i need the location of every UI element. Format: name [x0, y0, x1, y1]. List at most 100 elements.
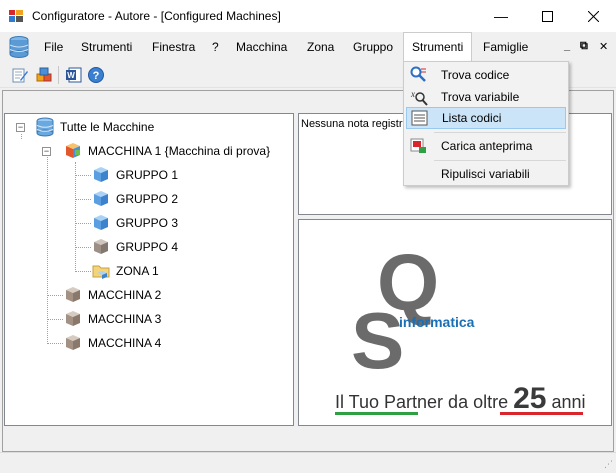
menu-item-carica-anteprima[interactable]: Carica anteprima	[406, 135, 566, 157]
group-gray-icon	[94, 239, 108, 254]
tree-node-macchina-4[interactable]: MACCHINA 4	[63, 333, 161, 353]
title-bar: Configuratore - Autore - [Configured Mac…	[0, 0, 616, 32]
toolbar-separator	[58, 66, 59, 84]
tree-node-gruppo-4[interactable]: GRUPPO 4	[91, 237, 178, 257]
find-code-icon	[410, 66, 426, 82]
tree-line	[47, 343, 63, 344]
tree-node-label: ZONA 1	[116, 264, 159, 278]
tree-root[interactable]: Tutte le Macchine	[35, 117, 154, 137]
tree-node-gruppo-2[interactable]: GRUPPO 2	[91, 189, 178, 209]
tagline-prefix: Il Tuo Partner da oltre	[335, 392, 509, 412]
close-icon	[587, 10, 599, 22]
tree-node-macchina-3[interactable]: MACCHINA 3	[63, 309, 161, 329]
tree-line	[75, 162, 76, 272]
tree-collapse-toggle[interactable]: −	[42, 147, 51, 156]
menu-file[interactable]: File	[36, 32, 71, 62]
menu-item-label: Ripulisci variabili	[441, 167, 530, 181]
maximize-icon	[541, 10, 553, 22]
menu-zona[interactable]: Zona	[299, 32, 342, 62]
help-icon[interactable]: ?	[87, 66, 105, 84]
tree-node-label: GRUPPO 2	[116, 192, 179, 206]
menu-strumenti[interactable]: Strumenti	[73, 32, 140, 62]
tree-line	[21, 134, 22, 139]
tagline: Il Tuo Partner da oltre 25 anni	[335, 382, 586, 416]
svg-text:?: ?	[93, 70, 100, 82]
window-title: Configuratore - Autore - [Configured Mac…	[32, 9, 281, 23]
edit-icon[interactable]	[11, 66, 29, 84]
menu-item-trova-variabile[interactable]: x Trova variabile	[406, 86, 566, 108]
machine-gray-icon	[66, 287, 80, 302]
menu-macchina[interactable]: Macchina	[228, 32, 295, 62]
menu-item-label: Lista codici	[442, 111, 502, 125]
close-button[interactable]	[570, 0, 616, 32]
company-logo-panel: Q S informatica Il Tuo Partner da oltre …	[298, 219, 612, 426]
tree-line	[75, 271, 91, 272]
logo-letter-s: S	[351, 296, 404, 385]
word-icon[interactable]: W	[65, 66, 83, 84]
menu-strumenti-active[interactable]: Strumenti	[403, 32, 473, 62]
svg-text:x: x	[410, 89, 415, 99]
group-blue-icon	[94, 215, 108, 230]
menu-bar: File Strumenti Finestra ? Macchina Zona …	[0, 32, 616, 62]
status-bar: ⋰	[0, 452, 616, 473]
tree-node-macchina-1[interactable]: MACCHINA 1 {Macchina di prova}	[63, 141, 270, 161]
menu-help[interactable]: ?	[204, 32, 227, 62]
folder-zone-icon	[92, 265, 110, 279]
group-blue-icon	[94, 167, 108, 182]
menu-item-label: Carica anteprima	[441, 139, 533, 153]
app-icon	[9, 10, 23, 22]
maximize-button[interactable]	[524, 0, 570, 32]
machine-gray-icon	[66, 335, 80, 350]
minimize-button[interactable]: —	[478, 0, 524, 32]
menu-finestra[interactable]: Finestra	[144, 32, 203, 62]
tree-line	[75, 175, 91, 176]
tree-node-label: GRUPPO 4	[116, 240, 179, 254]
mdi-minimize-button[interactable]: _	[564, 40, 570, 52]
tree-node-label: GRUPPO 3	[116, 216, 179, 230]
menu-gruppo[interactable]: Gruppo	[345, 32, 401, 62]
tree-node-label: MACCHINA 4	[88, 336, 162, 350]
database-icon[interactable]	[8, 35, 30, 59]
tree-line	[75, 223, 91, 224]
logo-word: informatica	[399, 314, 475, 330]
load-preview-icon	[410, 138, 426, 153]
tree-node-zona-1[interactable]: ZONA 1	[91, 261, 159, 281]
resize-grip-icon[interactable]: ⋰	[604, 459, 613, 470]
find-variable-icon: x	[410, 89, 428, 106]
list-icon	[411, 110, 428, 126]
machine-gray-icon	[66, 311, 80, 326]
tree-node-label: GRUPPO 1	[116, 168, 179, 182]
tagline-number: 25	[513, 382, 547, 415]
menu-item-trova-codice[interactable]: Trova codice	[406, 64, 566, 86]
tree-node-label: MACCHINA 3	[88, 312, 162, 326]
tree-node-gruppo-3[interactable]: GRUPPO 3	[91, 213, 178, 233]
empty-icon-slot	[409, 164, 429, 184]
menu-separator	[434, 132, 566, 133]
menu-item-lista-codici[interactable]: Lista codici	[406, 107, 566, 129]
tree-node-macchina-2[interactable]: MACCHINA 2	[63, 285, 161, 305]
database-icon	[36, 117, 54, 137]
menu-separator	[434, 160, 566, 161]
tree-line	[47, 295, 63, 296]
minimize-icon: —	[494, 8, 508, 24]
mdi-close-button[interactable]: ✕	[599, 40, 608, 53]
tree-node-label: MACCHINA 1 {Macchina di prova}	[88, 144, 271, 158]
tree-line	[75, 247, 91, 248]
menu-item-label: Trova variabile	[441, 90, 520, 104]
tree-line	[75, 199, 91, 200]
menu-famiglie[interactable]: Famiglie	[475, 32, 536, 62]
tree-root-label: Tutte le Macchine	[60, 120, 155, 134]
menu-item-ripulisci-variabili[interactable]: Ripulisci variabili	[406, 163, 566, 185]
boxes-icon[interactable]	[35, 66, 53, 84]
menu-item-label: Trova codice	[441, 68, 510, 82]
machines-tree[interactable]: − − Tutte le Macchine MACCHINA 1 {Macchi…	[4, 113, 294, 426]
machine-colored-icon	[66, 143, 80, 158]
tree-collapse-toggle[interactable]: −	[16, 123, 25, 132]
group-blue-icon	[94, 191, 108, 206]
tree-line	[47, 319, 63, 320]
mdi-restore-button[interactable]: ⧉	[580, 40, 588, 53]
tagline-suffix: anni	[551, 392, 586, 412]
tree-node-gruppo-1[interactable]: GRUPPO 1	[91, 165, 178, 185]
tree-node-label: MACCHINA 2	[88, 288, 162, 302]
italian-flag-bar	[335, 412, 584, 415]
